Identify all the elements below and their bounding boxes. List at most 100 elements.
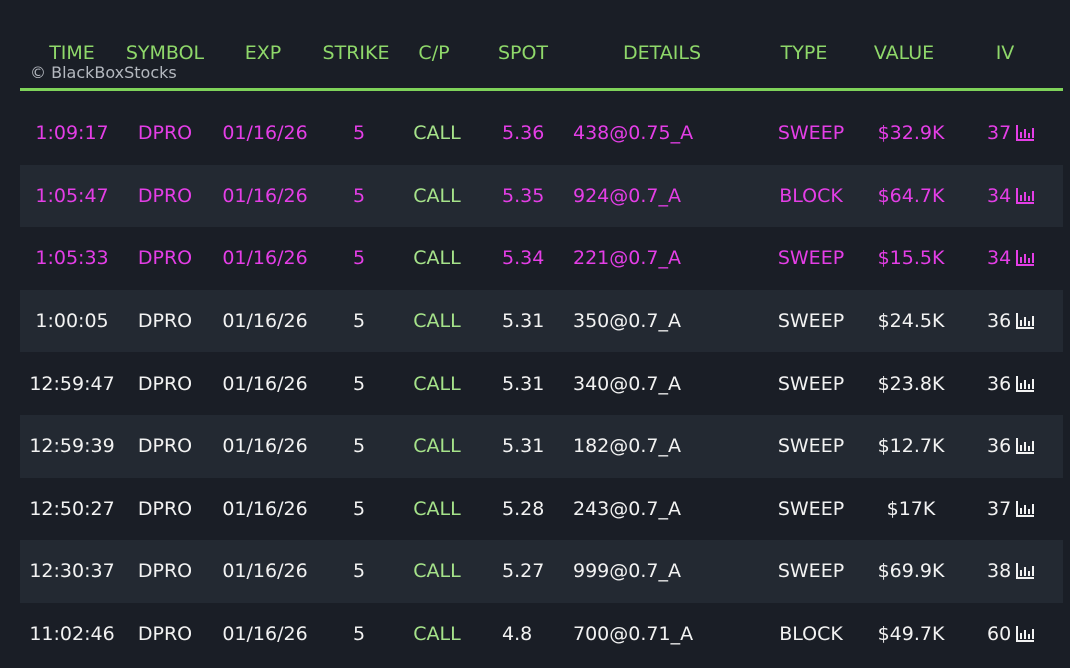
cell-spot: 4.8	[502, 623, 533, 646]
iv-value: 60	[987, 623, 1012, 646]
cell-iv: 36	[987, 309, 1035, 333]
cell-exp: 01/16/26	[222, 497, 308, 520]
cell-symbol: DPRO	[137, 310, 193, 333]
cell-exp: 01/16/26	[222, 560, 308, 583]
cell-exp: 01/16/26	[222, 623, 308, 646]
column-header-strike[interactable]: STRIKE	[323, 40, 390, 66]
column-header-details[interactable]: DETAILS	[623, 40, 701, 66]
cell-iv: 37	[987, 121, 1035, 145]
table-row[interactable]: 1:05:47 DPRO 01/16/26 5 CALL 5.35 924@0.7_A BLO…	[20, 164, 1063, 228]
cell-iv: 37	[987, 497, 1035, 521]
cell-strike: 5	[352, 184, 366, 207]
cell-type: BLOCK	[779, 184, 843, 207]
cell-cp: CALL	[413, 435, 461, 458]
watermark: © BlackBoxStocks	[30, 63, 177, 82]
cell-value: $32.9K	[877, 122, 945, 145]
bar-chart-icon[interactable]	[1015, 124, 1035, 142]
cell-cp: CALL	[413, 623, 461, 646]
table-row[interactable]: 1:09:17 DPRO 01/16/26 5 CALL 5.36 438@0.75_A SW…	[20, 102, 1063, 165]
cell-symbol: DPRO	[137, 435, 193, 458]
bar-chart-icon[interactable]	[1015, 437, 1035, 455]
cell-cp: CALL	[413, 372, 461, 395]
table-row[interactable]: 12:50:27 DPRO 01/16/26 5 CALL 5.28 243@0.7_A SW…	[20, 478, 1063, 541]
cell-details: 221@0.7_A	[573, 247, 681, 270]
iv-value: 36	[987, 435, 1012, 458]
column-header-iv[interactable]: IV	[996, 40, 1015, 66]
cell-iv: 34	[987, 184, 1035, 208]
cell-details: 350@0.7_A	[573, 310, 681, 333]
cell-cp: CALL	[413, 247, 461, 270]
column-header-value[interactable]: VALUE	[874, 40, 934, 66]
cell-iv: 38	[987, 559, 1035, 583]
iv-value: 37	[987, 122, 1012, 145]
cell-value: $23.8K	[877, 372, 945, 395]
cell-cp: CALL	[413, 497, 461, 520]
table-row[interactable]: 1:05:33 DPRO 01/16/26 5 CALL 5.34 221@0.7_A SWE…	[20, 227, 1063, 290]
cell-time: 12:50:27	[29, 497, 115, 520]
cell-cp: CALL	[413, 122, 461, 145]
table-row[interactable]: 12:30:37 DPRO 01/16/26 5 CALL 5.27 999@0.7_A SW…	[20, 540, 1063, 603]
cell-details: 700@0.71_A	[573, 623, 694, 646]
table-row[interactable]: 12:59:47 DPRO 01/16/26 5 CALL 5.31 340@0.7_A SW…	[20, 352, 1063, 415]
cell-time: 1:05:47	[35, 184, 109, 207]
column-header-cp[interactable]: C/P	[418, 40, 449, 66]
cell-type: SWEEP	[777, 372, 845, 395]
cell-spot: 5.31	[502, 310, 545, 333]
cell-spot: 5.34	[502, 247, 545, 270]
iv-value: 37	[987, 497, 1012, 520]
cell-strike: 5	[352, 497, 366, 520]
column-header-type[interactable]: TYPE	[781, 40, 828, 66]
cell-type: SWEEP	[777, 247, 845, 270]
cell-value: $17K	[886, 497, 936, 520]
cell-iv: 36	[987, 434, 1035, 458]
cell-details: 182@0.7_A	[573, 435, 681, 458]
cell-symbol: DPRO	[137, 560, 193, 583]
cell-details: 924@0.7_A	[573, 184, 681, 207]
cell-time: 12:30:37	[29, 560, 115, 583]
cell-time: 12:59:39	[29, 435, 115, 458]
cell-exp: 01/16/26	[222, 372, 308, 395]
cell-value: $24.5K	[877, 310, 945, 333]
bar-chart-icon[interactable]	[1015, 375, 1035, 393]
cell-symbol: DPRO	[137, 184, 193, 207]
cell-exp: 01/16/26	[222, 184, 308, 207]
iv-value: 34	[987, 247, 1012, 270]
bar-chart-icon[interactable]	[1015, 500, 1035, 518]
iv-value: 36	[987, 372, 1012, 395]
cell-details: 999@0.7_A	[573, 560, 681, 583]
cell-strike: 5	[352, 623, 366, 646]
cell-spot: 5.28	[502, 497, 545, 520]
bar-chart-icon[interactable]	[1015, 187, 1035, 205]
iv-value: 36	[987, 310, 1012, 333]
bar-chart-icon[interactable]	[1015, 249, 1035, 267]
cell-spot: 5.31	[502, 372, 545, 395]
table-row[interactable]: 12:59:39 DPRO 01/16/26 5 CALL 5.31 182@0.7_A SW…	[20, 414, 1063, 478]
column-header-exp[interactable]: EXP	[245, 40, 281, 66]
cell-strike: 5	[352, 372, 366, 395]
bar-chart-icon[interactable]	[1015, 625, 1035, 643]
cell-cp: CALL	[413, 310, 461, 333]
cell-value: $69.9K	[877, 560, 945, 583]
cell-strike: 5	[352, 122, 366, 145]
cell-strike: 5	[352, 560, 366, 583]
bar-chart-icon[interactable]	[1015, 312, 1035, 330]
cell-type: BLOCK	[779, 623, 843, 646]
cell-iv: 60	[987, 622, 1035, 646]
cell-type: SWEEP	[777, 310, 845, 333]
cell-strike: 5	[352, 310, 366, 333]
cell-spot: 5.36	[502, 122, 545, 145]
cell-type: SWEEP	[777, 122, 845, 145]
cell-cp: CALL	[413, 184, 461, 207]
cell-value: $15.5K	[877, 247, 945, 270]
table-row[interactable]: 11:02:46 DPRO 01/16/26 5 CALL 4.8 700@0.71_A BL…	[20, 603, 1063, 666]
bar-chart-icon[interactable]	[1015, 562, 1035, 580]
cell-time: 11:02:46	[29, 623, 115, 646]
table-row[interactable]: 1:00:05 DPRO 01/16/26 5 CALL 5.31 350@0.7_A SWE…	[20, 289, 1063, 353]
cell-exp: 01/16/26	[222, 310, 308, 333]
cell-time: 12:59:47	[29, 372, 115, 395]
cell-value: $64.7K	[877, 184, 945, 207]
options-flow-panel: TIME SYMBOL EXP STRIKE C/P SPOT DETAILS …	[0, 0, 1070, 668]
iv-value: 38	[987, 560, 1012, 583]
column-header-spot[interactable]: SPOT	[498, 40, 548, 66]
cell-spot: 5.35	[502, 184, 545, 207]
